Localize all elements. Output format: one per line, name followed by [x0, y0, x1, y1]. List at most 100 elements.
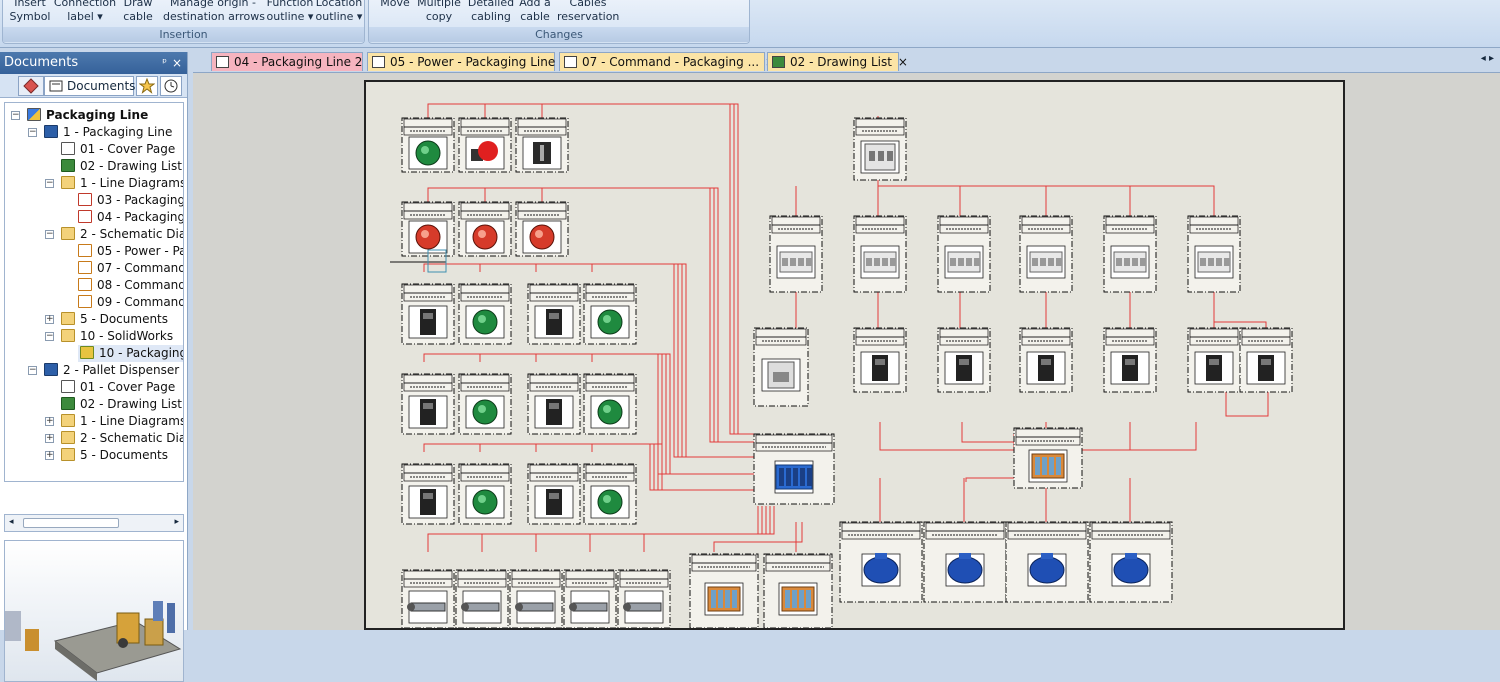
documents-panel-title: Documents: [4, 55, 79, 70]
cables-reservation-label-1: Cables: [569, 0, 607, 9]
highlight: [478, 230, 486, 238]
tree-node[interactable]: 5 - Documents: [61, 447, 168, 464]
module: [786, 468, 791, 486]
tree-node[interactable]: Packaging Line: [27, 107, 148, 124]
line-diagram-icon: [216, 56, 229, 68]
tree-node[interactable]: 01 - Cover Page: [61, 379, 175, 396]
tab-components[interactable]: [18, 76, 44, 96]
tree-expander[interactable]: +: [45, 434, 54, 443]
add-cable-button[interactable]: Add a cable: [517, 0, 553, 24]
tree-node[interactable]: 2 - Pallet Dispenser: [44, 362, 179, 379]
location-outline-button[interactable]: Location outline ▾: [315, 0, 363, 24]
tab-scroll-arrows-icon[interactable]: ◂ ▸: [1481, 53, 1494, 64]
tab-favorites[interactable]: [136, 76, 158, 96]
face: [515, 603, 523, 611]
line-diagram[interactable]: [366, 82, 1343, 628]
tree-node[interactable]: 5 - Documents: [61, 311, 168, 328]
list-icon: [61, 397, 75, 410]
tree-expander[interactable]: −: [45, 230, 54, 239]
star-icon: [138, 77, 156, 94]
highlight: [603, 495, 611, 503]
tree-node[interactable]: 1 - Line Diagrams: [61, 413, 183, 430]
tree-node[interactable]: 03 - Packaging: [78, 192, 183, 209]
manage-arrows-button[interactable]: Manage origin - destination arrows: [163, 0, 265, 24]
tree-node[interactable]: 2 - Schematic Diag: [61, 226, 183, 243]
close-icon[interactable]: ×: [172, 52, 182, 74]
display: [1261, 359, 1271, 365]
tree-expander[interactable]: −: [28, 128, 37, 137]
tree-node[interactable]: 1 - Line Diagrams: [61, 175, 183, 192]
ribbon-group-changes: Move Multiple copy Detailed cabling Add ac…: [368, 0, 750, 44]
tree-node[interactable]: 07 - Command: [78, 260, 183, 277]
tab-05-power[interactable]: 05 - Power - Packaging Line×: [367, 52, 571, 71]
tab-04-packaging-line-2[interactable]: 04 - Packaging Line 2×: [211, 52, 378, 71]
display: [423, 403, 433, 409]
move-button[interactable]: Move: [377, 0, 413, 10]
scroll-thumb[interactable]: [23, 518, 119, 528]
tree-expander[interactable]: +: [45, 451, 54, 460]
tree-horizontal-scrollbar[interactable]: ◂ ▸: [4, 514, 184, 532]
tree-node-label: 02 - Drawing List: [80, 397, 182, 411]
documents-panel-header: Documents ᵖ ×: [0, 52, 187, 74]
cables-reservation-label-2: reservation: [557, 10, 620, 23]
connection-label-button[interactable]: Connection label ▾: [53, 0, 117, 24]
tree-node[interactable]: 02 - Drawing List: [61, 158, 182, 175]
tree-node[interactable]: 02 - Drawing List: [61, 396, 182, 413]
draw-cable-button[interactable]: Draw cable: [119, 0, 157, 24]
detailed-cabling-button[interactable]: Detailed cabling: [467, 0, 515, 24]
list-icon: [772, 56, 785, 68]
location-outline-label-1: Location: [315, 0, 363, 9]
highlight: [535, 230, 543, 238]
insert-symbol-label-1: Insert: [14, 0, 46, 9]
highlight: [421, 146, 429, 154]
wire: [1214, 321, 1267, 328]
slice: [806, 590, 811, 608]
terminal-box: [875, 553, 887, 559]
tab-02-drawing-list[interactable]: 02 - Drawing List ×: [767, 52, 908, 71]
move-label-1: Move: [380, 0, 410, 9]
tab-documents[interactable]: Documents: [44, 76, 135, 96]
tab-02-close-icon[interactable]: ×: [898, 55, 908, 69]
cables-reservation-button[interactable]: Cables reservation: [557, 0, 619, 24]
tree-expander[interactable]: −: [11, 111, 20, 120]
drive-icon: [420, 399, 436, 425]
tree-node-label: 10 - SolidWorks: [80, 329, 174, 343]
tree-expander[interactable]: +: [45, 315, 54, 324]
tree-node[interactable]: 2 - Schematic Diag: [61, 430, 183, 447]
pole: [1216, 258, 1222, 266]
tab-07-command[interactable]: 07 - Command - Packaging ...×: [559, 52, 775, 71]
drawing-sheet[interactable]: [364, 80, 1345, 630]
tree-node[interactable]: 04 - Packaging: [78, 209, 183, 226]
pin-icon[interactable]: ᵖ: [162, 52, 167, 74]
tree-node[interactable]: 08 - Command: [78, 277, 183, 294]
tree-node[interactable]: 01 - Cover Page: [61, 141, 175, 158]
tree-expander[interactable]: +: [45, 417, 54, 426]
ribbon-group-insertion: Insert Symbol Connection label ▾ Draw cable…: [2, 0, 365, 44]
module: [807, 468, 812, 486]
tree-expander[interactable]: −: [45, 332, 54, 341]
tree-node[interactable]: 10 - Packaging: [78, 345, 183, 362]
tree-node[interactable]: 1 - Packaging Line: [44, 124, 172, 141]
slice: [725, 590, 730, 608]
scroll-left-arrow-icon[interactable]: ◂: [9, 517, 14, 527]
tab-history[interactable]: [160, 76, 182, 96]
function-outline-label-2: outline ▾: [266, 10, 314, 23]
document-tree: − Packaging Line −1 - Packaging Line 01 - C…: [4, 102, 184, 482]
3d-preview: [4, 540, 184, 682]
multiple-copy-button[interactable]: Multiple copy: [415, 0, 463, 24]
add-cable-label-2: cable: [520, 10, 550, 23]
insert-symbol-button[interactable]: Insert Symbol: [9, 0, 51, 24]
scroll-right-arrow-icon[interactable]: ▸: [174, 517, 179, 527]
tree-node[interactable]: 05 - Power - Pa: [78, 243, 183, 260]
function-outline-button[interactable]: Function outline ▾: [265, 0, 315, 24]
tree-expander[interactable]: −: [28, 366, 37, 375]
tree-node[interactable]: 09 - Command: [78, 294, 183, 311]
schem-icon: [78, 295, 92, 308]
display: [423, 493, 433, 499]
pole: [890, 258, 896, 266]
slice: [1056, 457, 1061, 475]
tree-expander[interactable]: −: [45, 179, 54, 188]
tree-node[interactable]: 10 - SolidWorks: [61, 328, 173, 345]
red-button-icon: [415, 224, 441, 250]
pole: [1048, 258, 1054, 266]
